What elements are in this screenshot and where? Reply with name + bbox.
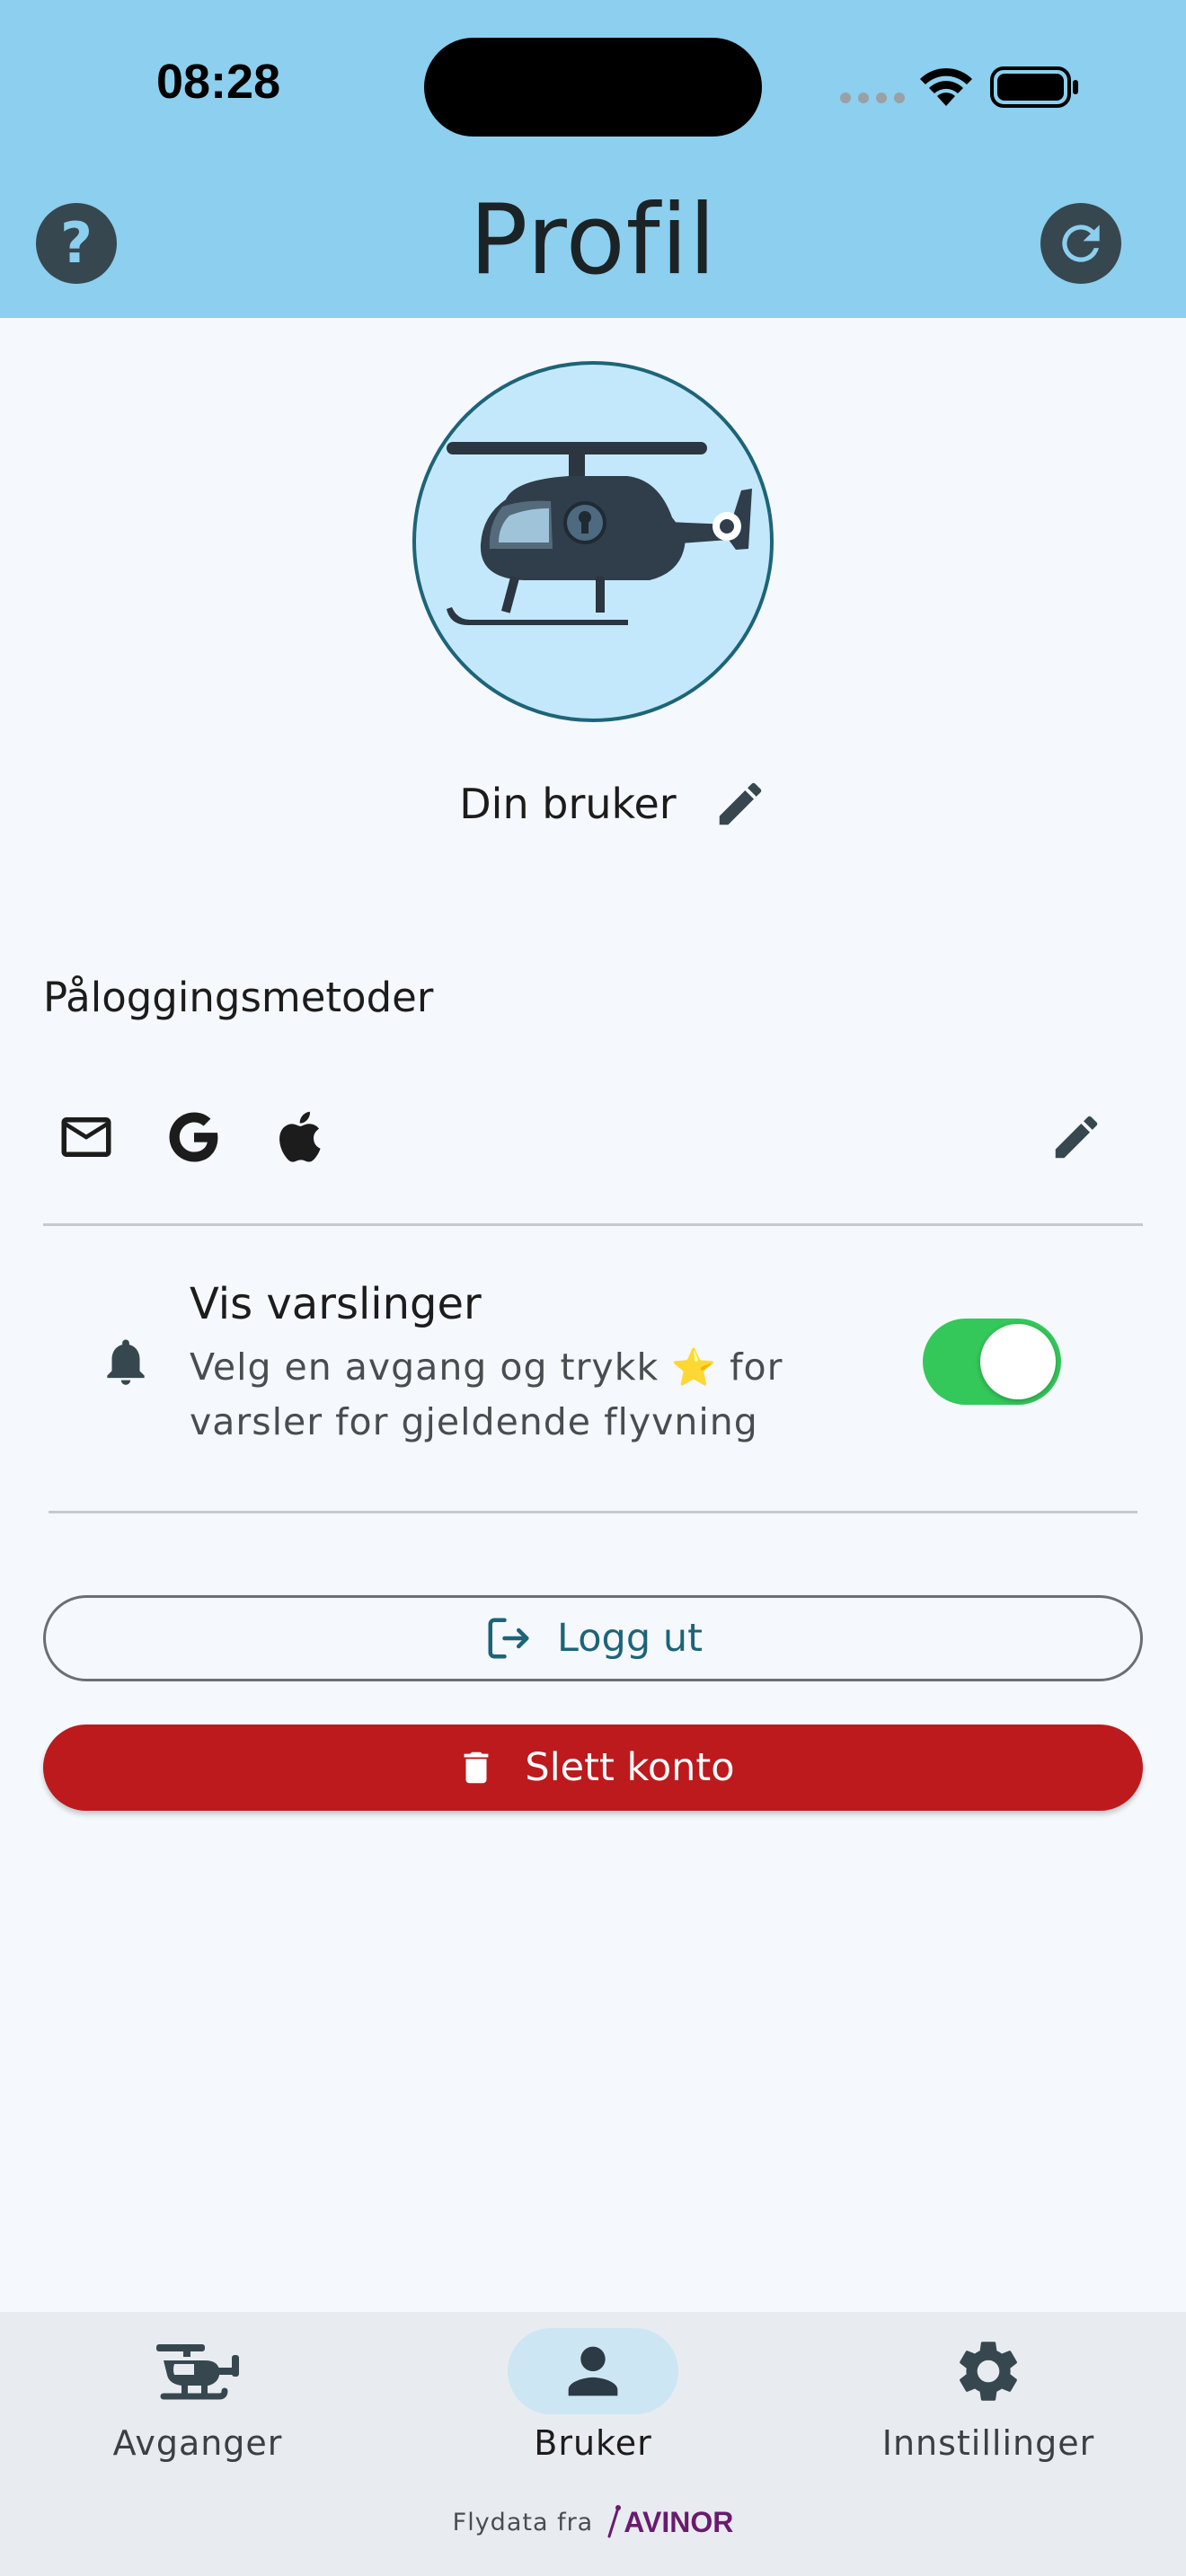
gear-icon (960, 2342, 1017, 2401)
avinor-logo-mark-icon (607, 2505, 622, 2538)
edit-name-button[interactable] (712, 774, 772, 834)
toggle-knob (980, 1324, 1056, 1399)
google-icon (169, 1112, 218, 1162)
divider (43, 1223, 1143, 1226)
user-name: Din bruker (459, 780, 677, 828)
cellular-signal-icon (840, 93, 905, 103)
divider (49, 1511, 1137, 1513)
apple-icon (279, 1111, 321, 1162)
nav-item-innstillinger[interactable]: Innstillinger (791, 2312, 1186, 2492)
nav-label-bruker: Bruker (534, 2423, 652, 2463)
notification-bell (93, 1329, 158, 1394)
pencil-icon (719, 782, 761, 825)
helicopter-icon (447, 442, 752, 625)
data-credit: Flydata fra AVINOR (0, 2504, 1186, 2540)
nav-label-avganger: Avganger (112, 2423, 283, 2463)
notifications-toggle[interactable] (923, 1319, 1061, 1405)
dynamic-island (424, 38, 762, 137)
battery-icon (990, 66, 1078, 108)
nav-item-avganger[interactable]: Avganger (0, 2312, 395, 2492)
google-method (162, 1105, 226, 1169)
status-time: 08:28 (156, 55, 281, 109)
logout-icon (483, 1613, 534, 1663)
page-title: Profil (469, 184, 717, 296)
pencil-icon (1055, 1116, 1098, 1159)
nav-icon-wrap (508, 2328, 678, 2414)
edit-login-methods-button[interactable] (1044, 1105, 1109, 1169)
credit-brand: AVINOR (624, 2505, 734, 2538)
app-header: 08:28 ? Profil (0, 0, 1186, 318)
avatar[interactable] (412, 361, 774, 722)
nav-icon-wrap (903, 2328, 1074, 2414)
bell-icon (107, 1339, 145, 1385)
apple-method (270, 1105, 334, 1169)
login-methods-title: Påloggingsmetoder (43, 974, 434, 1021)
refresh-button[interactable] (1040, 203, 1121, 284)
notifications-desc-prefix: Velg en avgang og trykk (190, 1345, 659, 1389)
person-icon (568, 2346, 618, 2396)
notifications-description: Velg en avgang og trykk ⭐ for varsler fo… (190, 1340, 819, 1449)
logout-button[interactable]: Logg ut (43, 1595, 1143, 1681)
nav-label-innstillinger: Innstillinger (881, 2423, 1095, 2463)
email-method (54, 1105, 119, 1169)
notifications-title: Vis varslinger (190, 1279, 482, 1329)
nav-icon-wrap (112, 2328, 283, 2414)
star-icon: ⭐ (671, 1347, 718, 1389)
refresh-icon (1062, 225, 1100, 262)
user-row: Din bruker (0, 772, 1186, 835)
wifi-icon (920, 67, 972, 106)
delete-account-button[interactable]: Slett konto (43, 1725, 1143, 1811)
logout-label: Logg ut (557, 1616, 703, 1661)
trash-icon (451, 1742, 501, 1793)
nav-item-bruker[interactable]: Bruker (395, 2312, 791, 2492)
delete-account-label: Slett konto (525, 1745, 735, 1790)
email-icon (61, 1117, 111, 1157)
helicopter-icon (156, 2344, 239, 2400)
credit-text: Flydata fra (452, 2508, 594, 2536)
